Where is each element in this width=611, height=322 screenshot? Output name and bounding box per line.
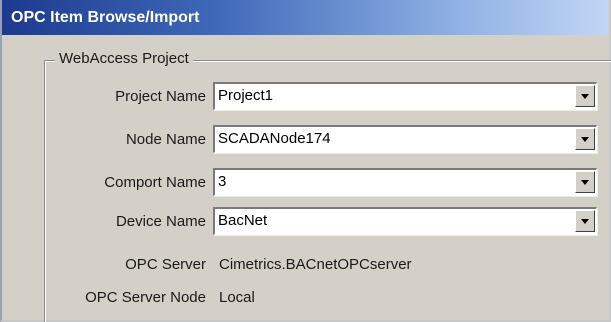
chevron-down-icon [581,180,589,185]
opc-server-node-label: OPC Server Node [85,289,206,306]
opc-server-node-value: Local [219,289,255,306]
comport-name-select[interactable]: 3 [213,168,597,196]
opc-server-value: Cimetrics.BACnetOPCserver [219,256,412,273]
project-name-label: Project Name [115,88,206,105]
device-name-label: Device Name [115,213,206,230]
window-title: OPC Item Browse/Import [2,0,609,35]
comport-name-label: Comport Name [104,174,206,191]
chevron-down-icon [581,137,589,142]
project-name-dropdown-button[interactable] [575,85,595,107]
device-name-value: BacNet [218,212,268,229]
comport-name-dropdown-button[interactable] [575,171,595,193]
node-name-dropdown-button[interactable] [575,128,595,150]
project-name-select[interactable]: Project1 [213,82,597,110]
opc-browse-window: OPC Item Browse/Import WebAccess Project… [0,0,611,322]
device-name-dropdown-button[interactable] [575,210,595,232]
chevron-down-icon [581,94,589,99]
chevron-down-icon [581,219,589,224]
node-name-select[interactable]: SCADANode174 [213,125,597,153]
opc-server-label: OPC Server [125,256,206,273]
node-name-label: Node Name [125,131,206,148]
group-label: WebAccess Project [55,49,193,69]
project-name-value: Project1 [218,87,274,104]
comport-name-value: 3 [218,173,227,190]
node-name-value: SCADANode174 [218,130,331,147]
device-name-select[interactable]: BacNet [213,207,597,235]
